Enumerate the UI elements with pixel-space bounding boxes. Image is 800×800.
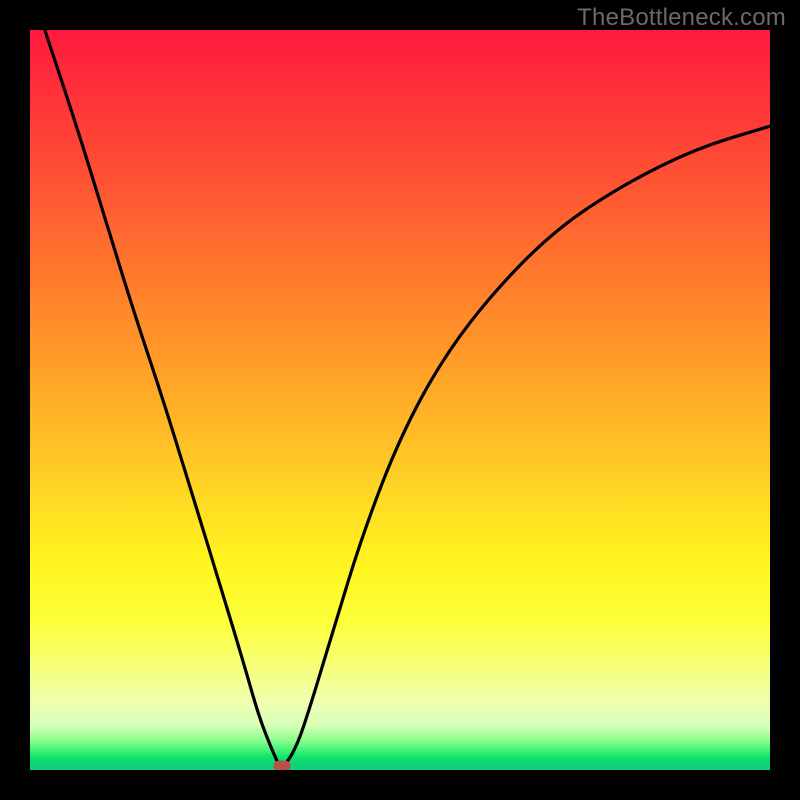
chart-frame: TheBottleneck.com [0,0,800,800]
optimum-marker [273,761,290,770]
curve-path [45,30,770,770]
plot-area [30,30,770,770]
watermark-text: TheBottleneck.com [577,4,786,32]
bottleneck-curve [30,30,770,770]
